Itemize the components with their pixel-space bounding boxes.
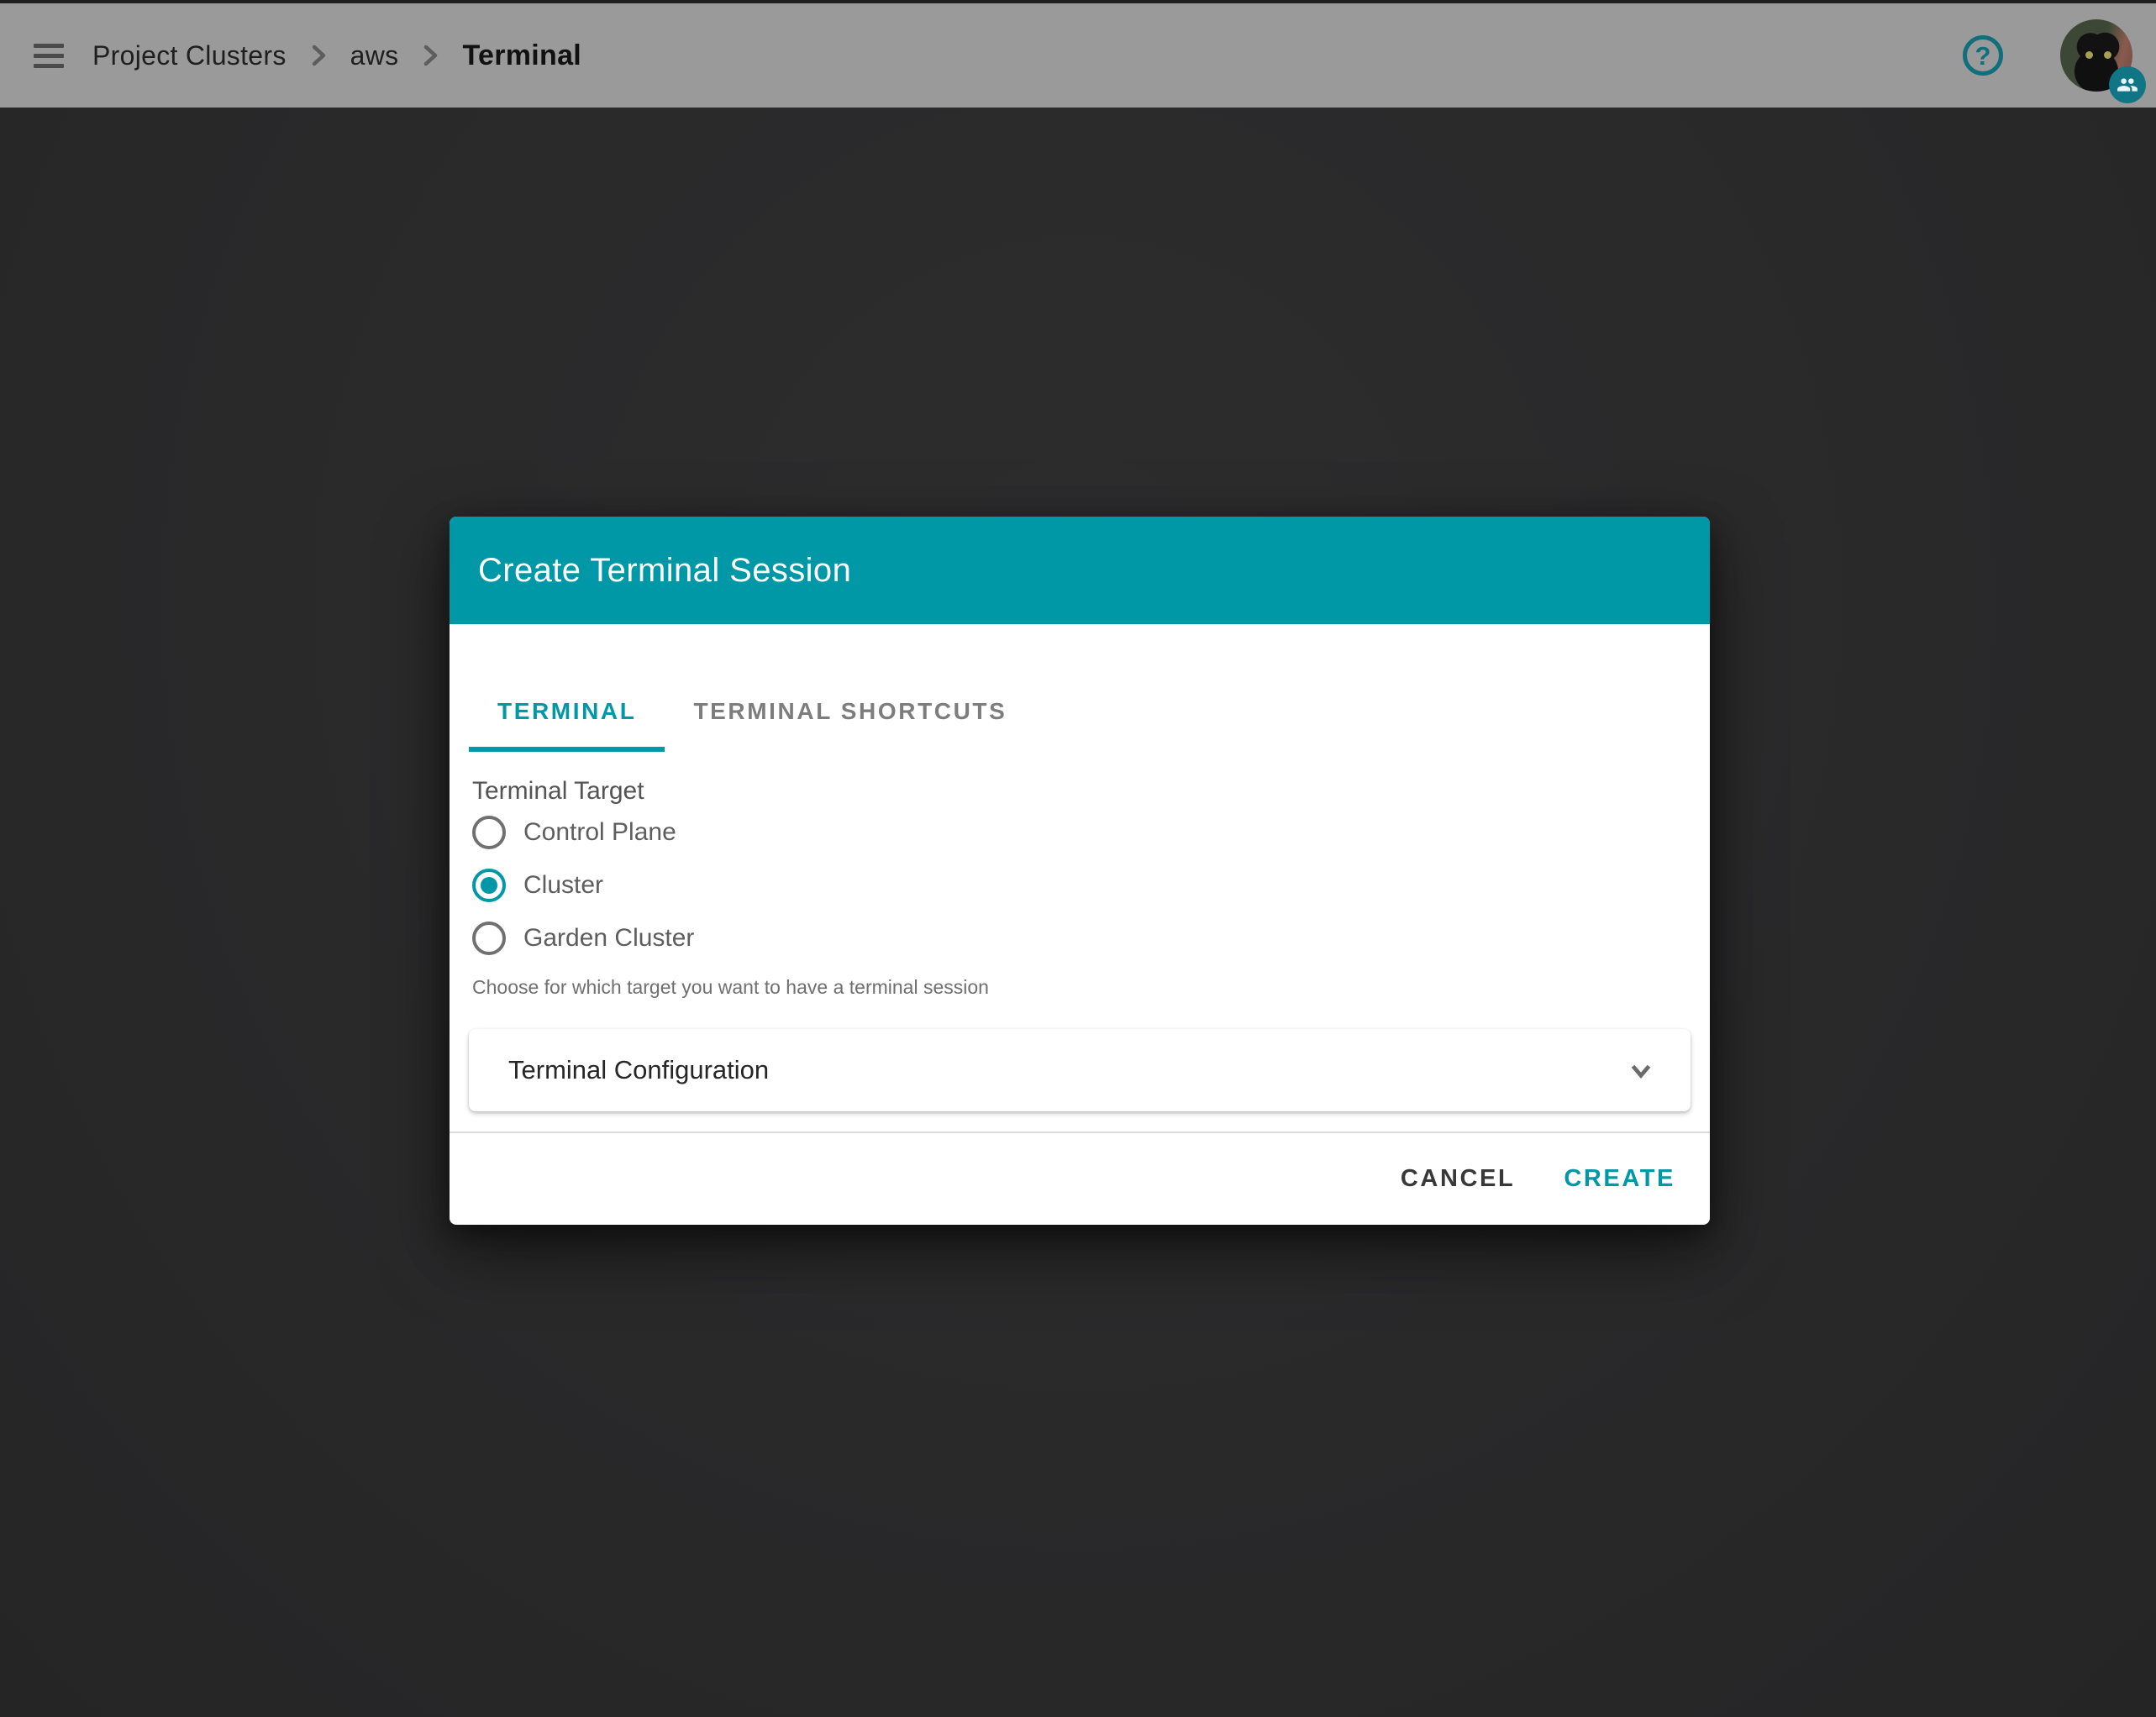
radio-label: Cluster: [523, 871, 603, 900]
screen: Project Clusters aws Terminal ?: [0, 0, 2156, 1717]
breadcrumb: Project Clusters aws Terminal: [92, 39, 581, 72]
breadcrumb-item-aws[interactable]: aws: [350, 40, 399, 71]
radio-label: Control Plane: [523, 818, 676, 847]
radio-icon-checked: [472, 869, 506, 902]
question-mark-icon: ?: [1975, 43, 1991, 69]
terminal-configuration-label: Terminal Configuration: [508, 1055, 769, 1085]
radio-icon-unchecked: [472, 922, 506, 955]
breadcrumb-item-terminal: Terminal: [462, 39, 581, 72]
menu-button[interactable]: [34, 39, 67, 72]
people-icon: [2117, 74, 2138, 96]
terminal-configuration-panel[interactable]: Terminal Configuration: [469, 1029, 1691, 1111]
dialog-title: Create Terminal Session: [478, 552, 851, 590]
dialog-header: Create Terminal Session: [450, 517, 1710, 624]
dialog-actions: CANCEL CREATE: [469, 1133, 1691, 1225]
app-bar-right: ?: [1963, 19, 2132, 92]
cancel-button[interactable]: CANCEL: [1386, 1149, 1530, 1210]
cat-eye: [2104, 51, 2111, 59]
tab-terminal-shortcuts-label: TERMINAL SHORTCUTS: [693, 698, 1007, 725]
tab-terminal[interactable]: TERMINAL: [469, 671, 665, 752]
hamburger-icon: [34, 44, 64, 48]
chevron-right-icon: [415, 40, 445, 71]
radio-icon-unchecked: [472, 816, 506, 849]
breadcrumb-item-project-clusters[interactable]: Project Clusters: [92, 40, 287, 71]
dialog-content: Terminal Target Control Plane Cluster Ga…: [450, 777, 1710, 1225]
terminal-target-label: Terminal Target: [469, 777, 1691, 806]
cat-eye: [2085, 51, 2093, 59]
create-terminal-session-dialog: Create Terminal Session TERMINAL TERMINA…: [450, 517, 1710, 1225]
chevron-down-icon: [1625, 1054, 1657, 1086]
radio-option-garden-cluster[interactable]: Garden Cluster: [469, 911, 1691, 964]
radio-label: Garden Cluster: [523, 924, 694, 953]
app-bar: Project Clusters aws Terminal ?: [0, 3, 2156, 108]
terminal-target-hint: Choose for which target you want to have…: [469, 976, 1691, 999]
create-button[interactable]: CREATE: [1549, 1149, 1691, 1210]
help-button[interactable]: ?: [1963, 35, 2003, 76]
account-badge: [2109, 66, 2146, 103]
chevron-right-icon: [303, 40, 334, 71]
radio-option-control-plane[interactable]: Control Plane: [469, 806, 1691, 858]
tab-terminal-label: TERMINAL: [497, 698, 636, 725]
tab-bar: TERMINAL TERMINAL SHORTCUTS: [469, 671, 1691, 752]
account-avatar-button[interactable]: [2060, 19, 2132, 92]
tab-terminal-shortcuts[interactable]: TERMINAL SHORTCUTS: [665, 671, 1035, 752]
active-tab-indicator: [469, 747, 665, 752]
radio-option-cluster[interactable]: Cluster: [469, 858, 1691, 911]
